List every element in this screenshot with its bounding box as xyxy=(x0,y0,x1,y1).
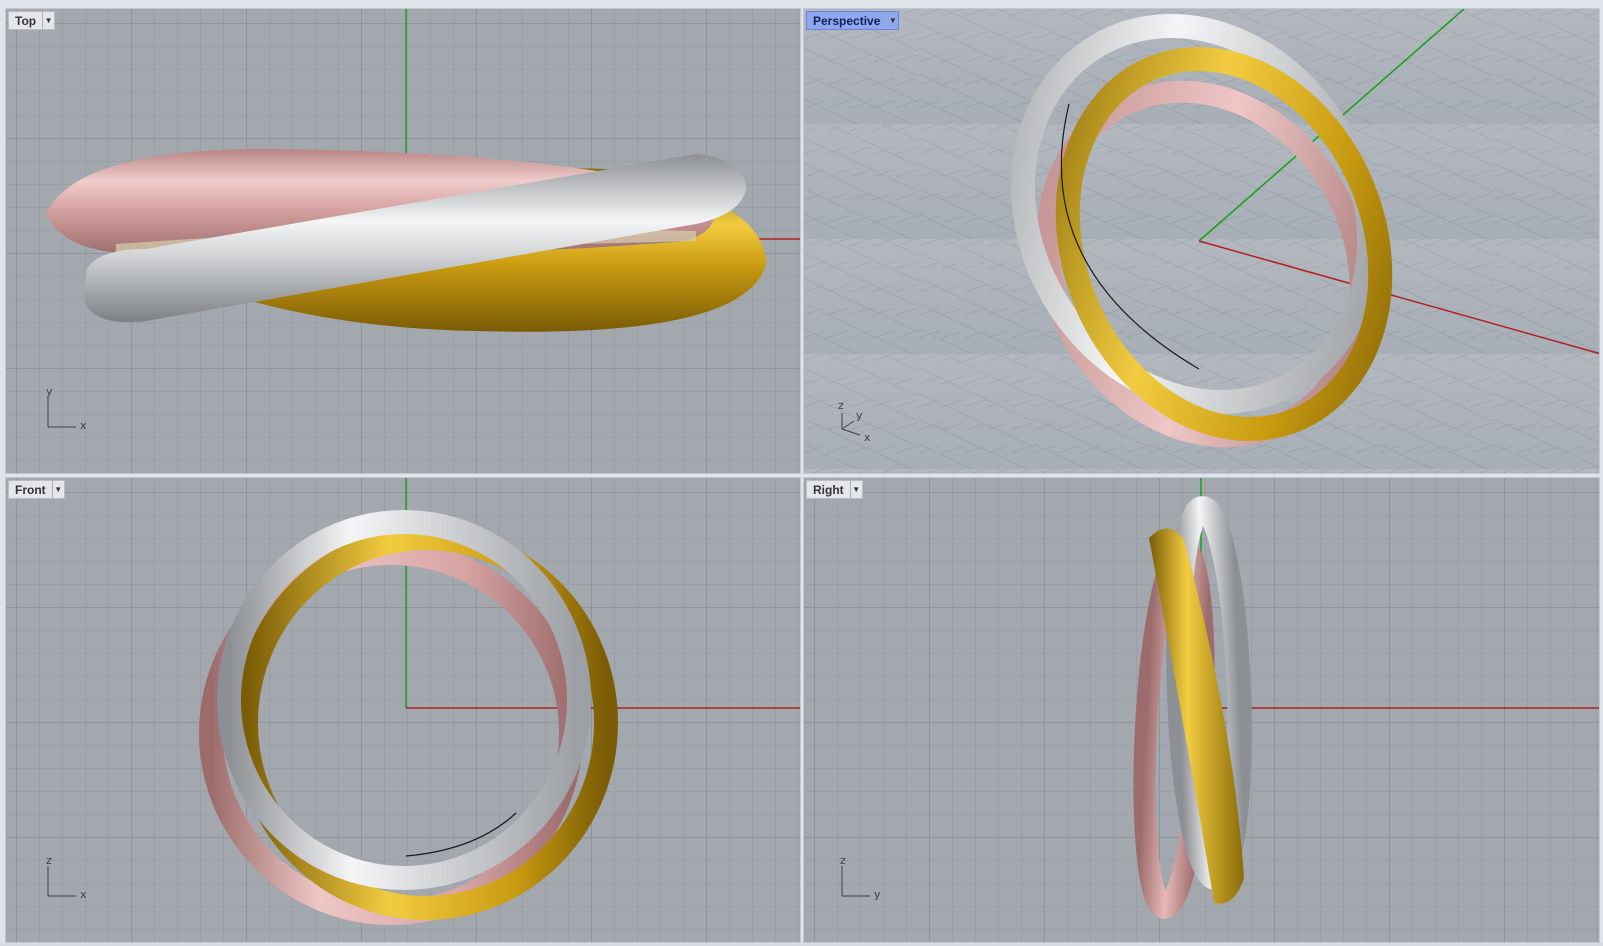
axis-label-y: y xyxy=(46,385,53,398)
viewport-label-perspective[interactable]: Perspective ▼ xyxy=(806,11,900,30)
viewport-label-right[interactable]: Right ▼ xyxy=(806,480,863,499)
viewport-right[interactable]: Right ▼ z y xyxy=(803,477,1600,943)
axis-widget-front: z x xyxy=(40,854,90,909)
viewport-title: Front xyxy=(15,482,46,497)
white-ring xyxy=(1011,14,1381,414)
axis-label-y: y xyxy=(856,409,863,422)
axis-label-x: x xyxy=(80,419,87,432)
axis-widget-perspective: z y x xyxy=(834,399,884,454)
axis-label-z: z xyxy=(840,854,846,867)
perspective-viewport-canvas xyxy=(1011,9,1599,448)
viewport-perspective[interactable]: Perspective ▼ z y x xyxy=(803,8,1600,474)
axis-label-z: z xyxy=(838,399,844,412)
chevron-down-icon[interactable]: ▼ xyxy=(51,481,64,498)
viewport-label-top[interactable]: Top ▼ xyxy=(8,11,56,30)
axis-label-y: y xyxy=(874,888,881,901)
chevron-down-icon[interactable]: ▼ xyxy=(849,481,862,498)
viewport-title: Right xyxy=(813,482,844,497)
axis-label-x: x xyxy=(864,431,871,444)
white-ring xyxy=(217,510,591,890)
right-viewport-canvas xyxy=(1133,478,1599,919)
axis-widget-top: y x xyxy=(40,385,90,440)
chevron-down-icon[interactable]: ▼ xyxy=(42,12,54,29)
rhino-4-view-layout: Top ▼ y x Perspective ▼ z y x Front ▼ z … xyxy=(0,0,1603,946)
viewport-top[interactable]: Top ▼ y x xyxy=(5,8,801,474)
axis-widget-right: z y xyxy=(834,854,884,909)
x-axis-line xyxy=(1198,240,1599,355)
viewport-title: Perspective xyxy=(813,13,881,28)
viewport-front[interactable]: Front ▼ z x xyxy=(5,477,801,943)
chevron-down-icon[interactable]: ▼ xyxy=(886,12,898,29)
top-viewport-canvas xyxy=(46,9,800,332)
axis-label-x: x xyxy=(80,888,87,901)
viewport-title: Top xyxy=(15,13,37,28)
front-viewport-canvas xyxy=(199,478,800,925)
axis-label-z: z xyxy=(46,854,52,867)
viewport-label-front[interactable]: Front ▼ xyxy=(8,480,65,499)
